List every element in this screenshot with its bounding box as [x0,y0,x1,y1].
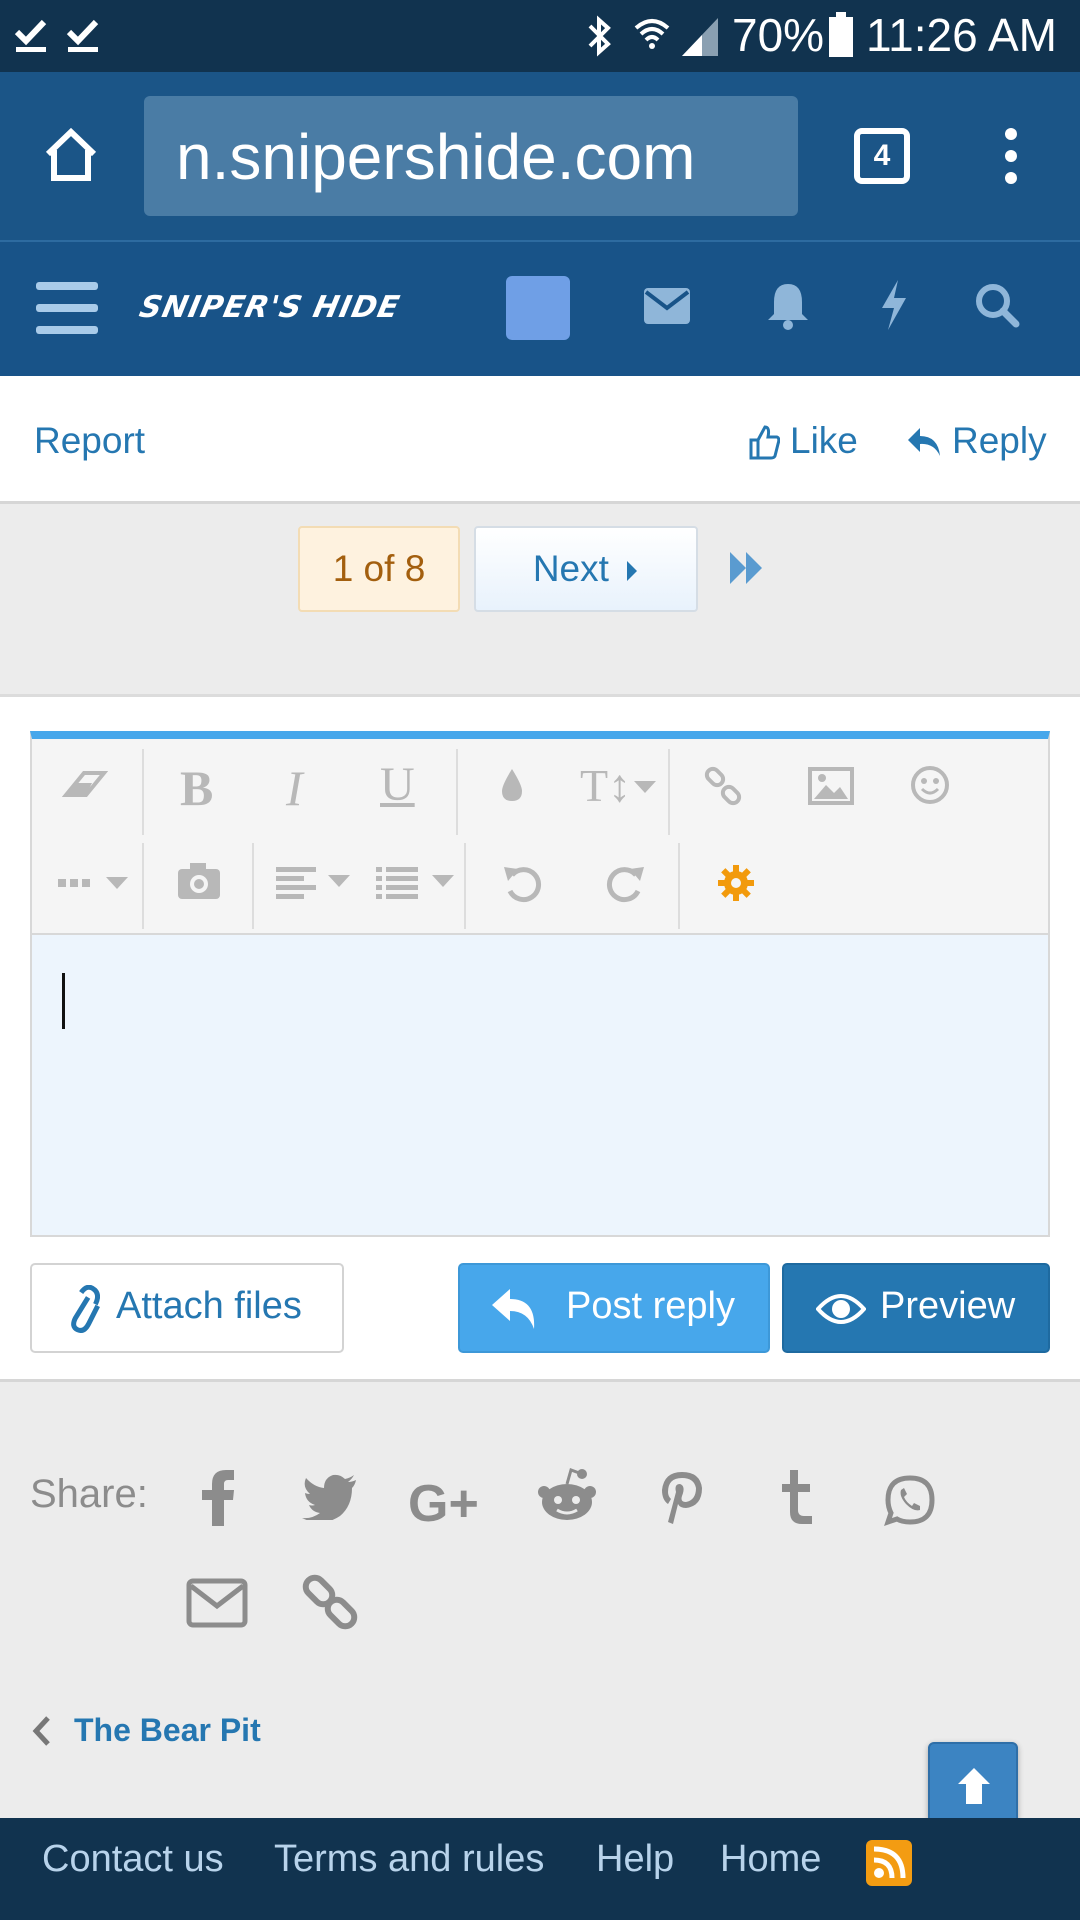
last-page-icon[interactable] [728,550,766,586]
search-icon[interactable] [974,282,1020,328]
whatsapp-icon[interactable] [884,1474,936,1526]
site-navigation: SNIPER'S HIDE [0,240,1080,376]
rss-icon[interactable] [866,1840,912,1886]
wifi-icon [632,14,672,58]
next-label: Next [532,548,609,589]
arrow-up-icon [958,1768,990,1804]
facebook-icon[interactable] [200,1470,236,1526]
clock: 11:26 AM [866,9,1057,61]
message-input[interactable] [32,935,1048,1235]
user-avatar[interactable] [506,276,570,340]
bluetooth-icon [584,14,614,58]
quick-reply-block: B I U T↕ Attach files Post reply Preview [0,694,1080,1382]
reply-icon [492,1289,535,1329]
align-icon[interactable] [276,865,352,899]
battery-icon [828,12,854,58]
footer-contact-link[interactable]: Contact us [42,1838,224,1881]
twitter-icon[interactable] [302,1474,358,1520]
share-label: Share: [30,1472,148,1516]
chevron-down-icon [634,781,656,793]
signal-icon [680,14,720,58]
link-icon[interactable] [300,1572,360,1632]
preview-button[interactable]: Preview [782,1263,1050,1353]
home-icon[interactable] [42,126,100,184]
camera-icon[interactable] [176,861,222,901]
editor-toolbar: B I U T↕ [32,739,1048,935]
hamburger-menu-icon[interactable] [36,280,98,336]
post-reply-label: Post reply [566,1285,735,1327]
redo-icon[interactable] [604,863,646,903]
site-logo[interactable]: SNIPER'S HIDE [136,290,403,325]
caret-right-icon [625,559,639,583]
text-caret [62,973,65,1029]
eye-icon [816,1294,866,1324]
post-actions: Report Like Reply [0,376,1080,504]
attach-files-button[interactable]: Attach files [30,1263,344,1353]
bold-icon[interactable]: B [180,759,213,817]
reply-arrow-icon [906,426,942,458]
gear-icon[interactable] [716,863,756,903]
email-icon[interactable] [186,1578,248,1628]
page-footer: Contact us Terms and rules Help Home [0,1818,1080,1920]
url-text: n.snipershide.com [176,121,696,193]
text-color-icon[interactable] [498,767,526,805]
footer-help-link[interactable]: Help [596,1838,674,1881]
list-icon[interactable] [376,865,456,899]
link-icon[interactable] [702,765,744,807]
breadcrumb-forum-link[interactable]: The Bear Pit [74,1712,261,1749]
rich-text-editor: B I U T↕ [30,731,1050,1237]
tumblr-icon[interactable] [780,1470,814,1526]
status-bar: 70% 11:26 AM [0,0,1080,72]
footer-terms-link[interactable]: Terms and rules [274,1838,544,1881]
battery-percent: 70% [732,9,825,61]
reply-link[interactable]: Reply [952,420,1047,462]
page-indicator[interactable]: 1 of 8 [298,526,460,612]
scroll-to-top-button[interactable] [928,1742,1018,1828]
attach-files-label: Attach files [116,1285,302,1327]
inbox-icon[interactable] [644,288,690,324]
chevron-left-icon [32,1716,50,1746]
checkmark-notification-icon [14,14,48,54]
image-icon[interactable] [808,767,854,805]
thumbs-up-icon [748,424,780,460]
paperclip-icon [71,1285,100,1333]
italic-icon[interactable]: I [286,759,303,817]
tab-switcher-button[interactable]: 4 [854,128,910,184]
lightning-icon[interactable] [880,280,908,330]
like-link[interactable]: Like [790,420,858,462]
browser-toolbar: n.snipershide.com 4 [0,72,1080,240]
smiley-icon[interactable] [910,765,950,805]
undo-icon[interactable] [502,863,544,903]
report-link[interactable]: Report [34,420,145,462]
reddit-icon[interactable] [536,1466,598,1524]
font-size-icon[interactable]: T↕ [580,759,631,812]
preview-label: Preview [880,1285,1016,1327]
next-page-button[interactable]: Next [474,526,698,612]
overflow-menu-icon[interactable] [1000,126,1022,186]
pinterest-icon[interactable] [660,1470,706,1526]
bell-icon[interactable] [766,280,810,330]
checkmark-notification-icon [66,14,100,54]
eraser-icon[interactable] [62,767,108,803]
underline-icon[interactable]: U [380,757,415,812]
address-bar[interactable]: n.snipershide.com [144,96,798,216]
google-plus-icon[interactable]: G+ [408,1474,479,1534]
footer-home-link[interactable]: Home [720,1838,821,1881]
more-options-icon[interactable] [58,875,130,891]
post-reply-button[interactable]: Post reply [458,1263,770,1353]
